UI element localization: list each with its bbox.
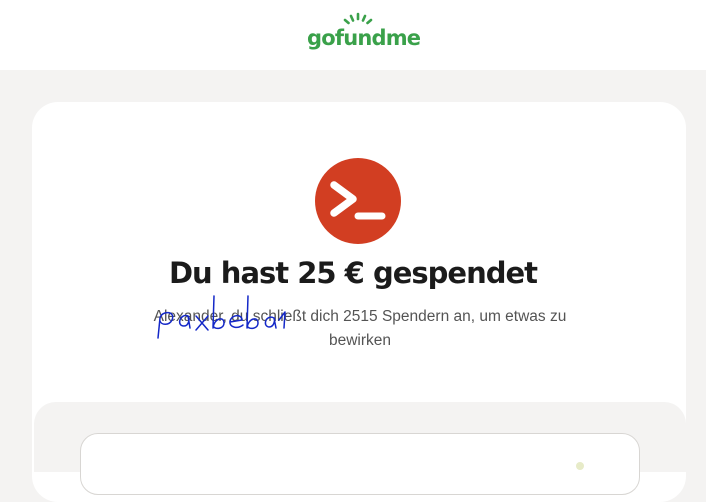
status-dot (576, 462, 584, 470)
gofundme-logo[interactable]: gofundme (300, 10, 421, 54)
terminal-icon (315, 158, 401, 244)
handwritten-annotation: paxbeba1 (157, 295, 286, 339)
summary-box (80, 433, 640, 495)
donation-title: Du hast 25 € gespendet (168, 256, 538, 290)
logo-wordmark: gofundme (307, 26, 421, 50)
top-header: gofundme (0, 0, 706, 70)
